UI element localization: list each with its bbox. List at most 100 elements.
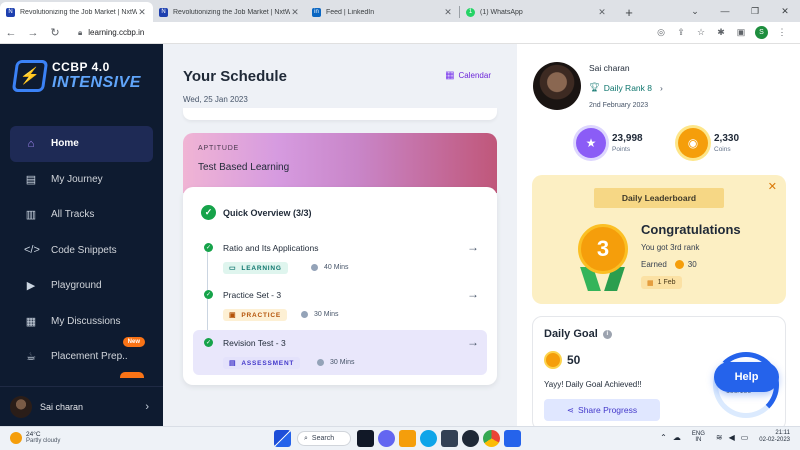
volume-icon[interactable]: ◀︎ bbox=[729, 433, 735, 442]
tab-title: Revolutionizing the Job Market | NxtWave bbox=[20, 8, 137, 16]
language-indicator[interactable]: ENG IN bbox=[692, 431, 705, 444]
window-close-icon[interactable]: ✕ bbox=[770, 6, 800, 17]
restore-icon[interactable]: ❐ bbox=[740, 6, 770, 17]
lang-line1: ENG bbox=[691, 430, 705, 437]
wifi-icon[interactable]: ≋ bbox=[716, 433, 723, 442]
sidebar-user-name: Sai charan bbox=[40, 401, 84, 412]
duration-text: 40 Mins bbox=[324, 264, 349, 271]
close-tab-icon[interactable]: ✕ bbox=[290, 7, 300, 18]
taskbar-apps: ⌕ Search bbox=[272, 430, 523, 447]
minimize-icon[interactable]: — bbox=[710, 6, 740, 16]
points-stat: ★ 23,998 Points bbox=[576, 128, 643, 158]
side-panel-icon[interactable]: ▣ bbox=[731, 27, 751, 38]
arrow-right-icon[interactable]: → bbox=[467, 240, 479, 254]
sidebar-item-playground[interactable]: ▶ Playground bbox=[10, 268, 153, 304]
windows-taskbar: 24°C Partly cloudy ⌕ Search ⌃ ☁︎ ENG IN … bbox=[0, 426, 800, 450]
arrow-right-icon[interactable]: → bbox=[467, 287, 479, 301]
aptitude-card[interactable]: APTITUDE Test Based Learning bbox=[183, 133, 497, 193]
schedule-item-ratio[interactable]: ✓ Ratio and Its Applications → ▭ LEARNIN… bbox=[193, 235, 487, 280]
calendar-label: Calendar bbox=[458, 71, 491, 80]
schedule-item-name: Practice Set - 3 bbox=[223, 290, 282, 300]
dell-icon[interactable] bbox=[462, 430, 479, 447]
reload-icon[interactable]: ↻ bbox=[44, 26, 66, 39]
tab-title: Feed | LinkedIn bbox=[326, 8, 375, 16]
share-progress-button[interactable]: ⋖ Share Progress bbox=[544, 399, 660, 421]
tag-label: PRACTICE bbox=[241, 311, 282, 319]
daily-leaderboard-card: Daily Leaderboard ✕ 3 Congratulations Yo… bbox=[532, 175, 786, 304]
close-tab-icon[interactable]: ✕ bbox=[597, 7, 607, 18]
new-tab-button[interactable]: + bbox=[619, 2, 639, 22]
store-icon[interactable] bbox=[441, 430, 458, 447]
close-tab-icon[interactable]: ✕ bbox=[443, 7, 453, 18]
browser-menu-icon[interactable]: ⋮ bbox=[772, 27, 792, 38]
file-explorer-icon[interactable] bbox=[399, 430, 416, 447]
profile-avatar-icon[interactable]: S bbox=[755, 26, 768, 39]
taskbar-search[interactable]: ⌕ Search bbox=[297, 431, 351, 446]
calendar-link[interactable]: ▦ Calendar bbox=[445, 70, 491, 81]
teams-chat-icon[interactable] bbox=[378, 430, 395, 447]
onedrive-icon[interactable]: ☁︎ bbox=[673, 433, 681, 442]
windows-start-icon[interactable] bbox=[274, 430, 291, 447]
clock-icon bbox=[311, 264, 318, 271]
weather-widget[interactable]: 24°C Partly cloudy bbox=[10, 431, 60, 445]
chrome-icon[interactable] bbox=[483, 430, 500, 447]
clock-date: 02-02-2023 bbox=[759, 437, 790, 444]
profile-name: Sai charan bbox=[589, 63, 630, 73]
placement-icon: ☕︎ bbox=[26, 351, 36, 364]
chevron-up-icon[interactable]: ⌃ bbox=[660, 433, 667, 442]
tab-title: (1) WhatsApp bbox=[480, 8, 523, 16]
schedule-item-name: Ratio and Its Applications bbox=[223, 243, 319, 253]
points-value: 23,998 bbox=[612, 133, 643, 144]
share-page-icon[interactable]: ⇪ bbox=[671, 27, 691, 38]
clock-icon bbox=[301, 311, 308, 318]
close-tab-icon[interactable]: ✕ bbox=[137, 7, 147, 18]
check-circle-icon: ✓ bbox=[201, 205, 216, 220]
earned-row: Earned 30 bbox=[641, 260, 697, 269]
duration-text: 30 Mins bbox=[330, 359, 355, 366]
info-icon[interactable]: i bbox=[602, 329, 612, 339]
sidebar-item-my-discussions[interactable]: ▦ My Discussions bbox=[10, 304, 153, 340]
battery-icon[interactable]: ▭ bbox=[741, 433, 749, 442]
duration: 40 Mins bbox=[311, 264, 349, 271]
sidebar-item-home[interactable]: ⌂ Home bbox=[10, 126, 153, 162]
ccbp-logo[interactable]: ⚡ CCBP 4.0 INTENSIVE bbox=[11, 60, 141, 92]
browser-tab-nxtwave-2[interactable]: N Revolutionizing the Job Market | NxtWa… bbox=[153, 2, 306, 22]
share-icon: ⋖ bbox=[566, 404, 575, 415]
sidebar-item-my-journey[interactable]: ▤ My Journey bbox=[10, 162, 153, 198]
sidebar-user-profile[interactable]: Sai charan › bbox=[0, 386, 163, 426]
sidebar-item-code-snippets[interactable]: </> Code Snippets bbox=[10, 233, 153, 269]
tab-search-icon[interactable]: ⌄ bbox=[680, 6, 710, 17]
task-view-icon[interactable] bbox=[357, 430, 374, 447]
sidebar-item-placement-prep[interactable]: ☕︎ Placement Prep.. New bbox=[10, 337, 153, 375]
search-label: Search bbox=[311, 435, 335, 442]
browser-tab-whatsapp[interactable]: 1 (1) WhatsApp ✕ bbox=[460, 2, 613, 22]
sidebar-item-all-tracks[interactable]: ▥ All Tracks bbox=[10, 197, 153, 233]
sidebar-item-label: Playground bbox=[51, 280, 102, 292]
weather-desc: Partly cloudy bbox=[26, 438, 61, 445]
clock-icon bbox=[317, 359, 324, 366]
linkedin-favicon-icon: in bbox=[312, 7, 321, 17]
browser-tab-nxtwave-1[interactable]: N Revolutionizing the Job Market | NxtWa… bbox=[0, 2, 153, 22]
vscode-icon[interactable] bbox=[504, 430, 521, 447]
forward-icon[interactable]: → bbox=[22, 27, 44, 39]
help-button[interactable]: Help bbox=[714, 362, 779, 392]
toolbar-icons: ◎ ⇪ ☆ ✱ ▣ S ⋮ bbox=[651, 26, 800, 39]
arrow-right-icon[interactable]: → bbox=[467, 335, 479, 349]
coins-icon: ◉ bbox=[678, 128, 708, 158]
schedule-item-revision-test[interactable]: ✓ Revision Test - 3 → ▤ ASSESSMENT 30 Mi… bbox=[193, 330, 487, 375]
extensions-icon[interactable]: ✱ bbox=[711, 27, 731, 38]
close-icon[interactable]: ✕ bbox=[768, 180, 777, 193]
google-lens-icon[interactable]: ◎ bbox=[651, 27, 671, 38]
sidebar-nav: ⌂ Home ▤ My Journey ▥ All Tracks </> Cod… bbox=[10, 126, 153, 375]
tab-title: Revolutionizing the Job Market | NxtWave bbox=[173, 8, 290, 16]
schedule-item-practice-set[interactable]: ✓ Practice Set - 3 → ▣ PRACTICE 30 Mins bbox=[193, 282, 487, 327]
address-bar[interactable]: 🔒︎ learning.ccbp.in bbox=[70, 24, 651, 41]
daily-rank-link[interactable]: 🏆︎ Daily Rank 8 › bbox=[589, 82, 663, 93]
back-icon[interactable]: ← bbox=[0, 27, 22, 39]
browser-tab-linkedin[interactable]: in Feed | LinkedIn ✕ bbox=[306, 2, 459, 22]
clock[interactable]: 21:11 02-02-2023 bbox=[759, 430, 790, 444]
nxtwave-favicon-icon: N bbox=[6, 7, 15, 17]
bookmark-star-icon[interactable]: ☆ bbox=[691, 27, 711, 38]
avatar[interactable] bbox=[533, 62, 581, 110]
edge-icon[interactable] bbox=[420, 430, 437, 447]
